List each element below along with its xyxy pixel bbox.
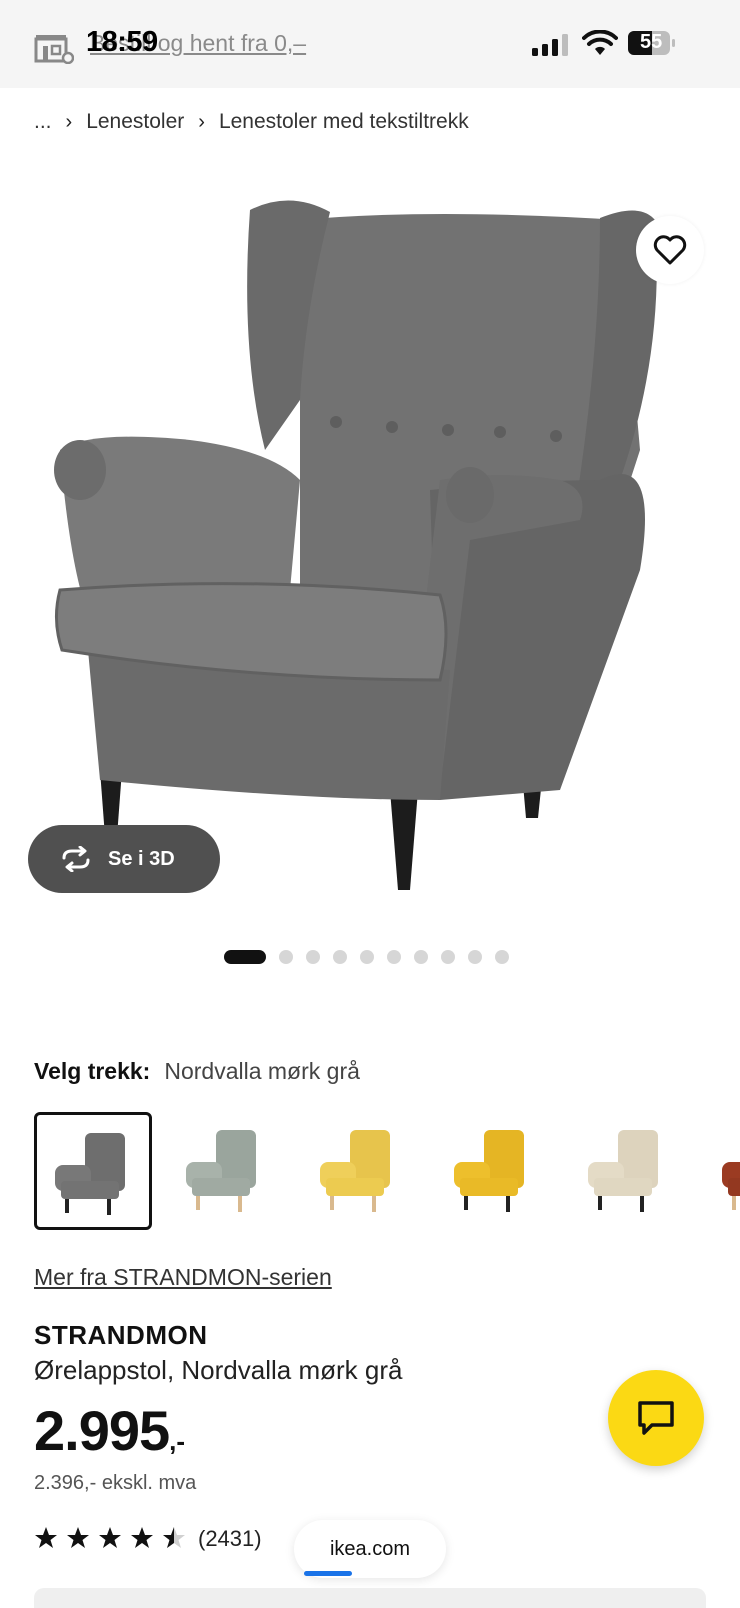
breadcrumb: ... › Lenestoler › Lenestoler med teksti…: [34, 110, 469, 134]
price-ex-vat: 2.396,- ekskl. mva: [34, 1472, 197, 1494]
signal-icon: [532, 34, 568, 56]
carousel-dot[interactable]: [495, 950, 509, 964]
chevron-right-icon: ›: [65, 110, 73, 133]
chair-thumbnail: [588, 1130, 658, 1212]
carousel-dot[interactable]: [414, 950, 428, 964]
cover-selector-header: Velg trekk: Nordvalla mørk grå: [34, 1058, 360, 1085]
review-count[interactable]: (2431): [198, 1526, 262, 1552]
store-icon[interactable]: [34, 32, 74, 64]
browser-url-bar[interactable]: ikea.com: [294, 1520, 446, 1578]
swatch-yellow[interactable]: [302, 1112, 420, 1230]
chair-thumbnail: [320, 1130, 390, 1212]
swatch-red[interactable]: [704, 1112, 740, 1230]
swatch-checked[interactable]: [168, 1112, 286, 1230]
star-icon: [131, 1527, 153, 1548]
series-link[interactable]: Mer fra STRANDMON-serien: [34, 1264, 332, 1291]
chat-button[interactable]: [608, 1370, 704, 1466]
product-image[interactable]: [0, 150, 740, 920]
breadcrumb-item-lenestoler[interactable]: Lenestoler: [86, 110, 184, 134]
product-price: 2.995 ,-: [34, 1398, 185, 1463]
rotate-3d-icon: [62, 846, 90, 872]
page-load-progress: [304, 1571, 352, 1576]
carousel-dot[interactable]: [333, 950, 347, 964]
price-suffix: ,-: [169, 1426, 186, 1456]
carousel-dot[interactable]: [279, 950, 293, 964]
product-name: STRANDMON: [34, 1320, 208, 1350]
star-half-icon: [163, 1527, 185, 1548]
swatch-dark-grey[interactable]: [34, 1112, 152, 1230]
swatch-beige[interactable]: [570, 1112, 688, 1230]
chair-thumbnail: [722, 1162, 740, 1210]
view-3d-label: Se i 3D: [108, 847, 175, 870]
rating-stars[interactable]: [34, 1526, 186, 1550]
heart-icon: [653, 235, 687, 265]
chair-thumbnail: [454, 1130, 524, 1212]
cover-label: Velg trekk:: [34, 1058, 151, 1084]
carousel-dot[interactable]: [306, 950, 320, 964]
carousel-dot[interactable]: [468, 950, 482, 964]
battery-level: 55: [640, 31, 663, 53]
star-icon: [67, 1527, 89, 1548]
star-icon: [35, 1527, 57, 1548]
breadcrumb-ellipsis[interactable]: ...: [34, 110, 52, 134]
carousel-dot[interactable]: [387, 950, 401, 964]
status-time: 18:59: [86, 26, 158, 58]
view-3d-button[interactable]: Se i 3D: [28, 825, 220, 893]
wifi-icon: [582, 30, 618, 55]
chevron-right-icon: ›: [198, 110, 205, 133]
price-value: 2.995: [34, 1399, 170, 1462]
carousel-dot[interactable]: [360, 950, 374, 964]
chat-icon: [638, 1401, 674, 1435]
cover-swatches: [34, 1112, 740, 1234]
url-text: ikea.com: [329, 1537, 411, 1560]
carousel-dot[interactable]: [441, 950, 455, 964]
swatch-golden-yellow[interactable]: [436, 1112, 554, 1230]
favorite-button[interactable]: [636, 216, 704, 284]
product-description: Ørelappstol, Nordvalla mørk grå: [34, 1355, 403, 1385]
carousel-dots: [224, 950, 509, 964]
cover-value: Nordvalla mørk grå: [164, 1058, 360, 1084]
chair-thumbnail: [55, 1133, 125, 1215]
star-icon: [99, 1527, 121, 1548]
bottom-card: [34, 1588, 706, 1608]
breadcrumb-item-tekstiltrekk[interactable]: Lenestoler med tekstiltrekk: [219, 110, 469, 134]
chair-thumbnail: [186, 1130, 256, 1212]
carousel-dot[interactable]: [224, 950, 266, 964]
